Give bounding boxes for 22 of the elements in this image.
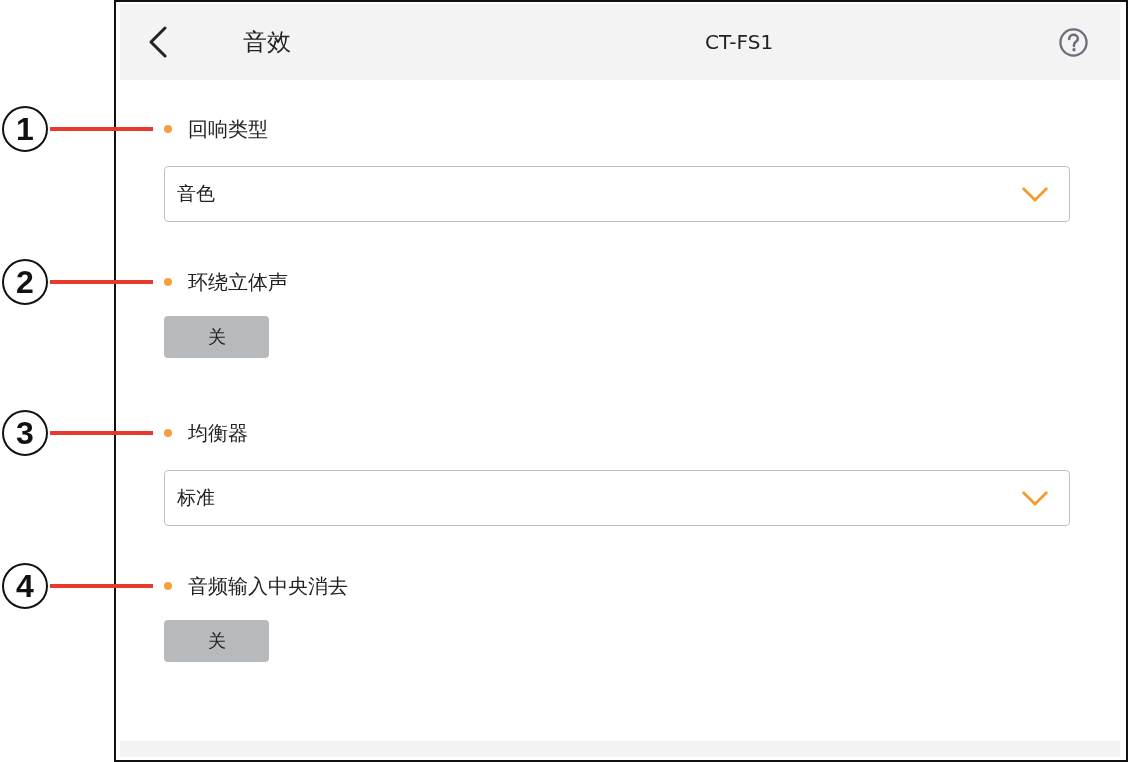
page-title: 音效 — [243, 27, 291, 57]
device-name: CT-FS1 — [705, 29, 774, 55]
setting-label: 环绕立体声 — [188, 269, 288, 296]
callout-number: 2 — [2, 259, 48, 305]
callout-number: 4 — [2, 563, 48, 609]
setting-label: 均衡器 — [188, 420, 248, 447]
bullet-dot-icon — [164, 429, 172, 437]
bullet-dot-icon — [164, 125, 172, 133]
chevron-down-icon — [1021, 489, 1049, 507]
chevron-left-icon[interactable] — [148, 26, 168, 58]
dropdown-field[interactable]: 标准 — [164, 470, 1070, 526]
callout-number: 3 — [2, 410, 48, 456]
callout-number: 1 — [2, 106, 48, 152]
dropdown-field[interactable]: 音色 — [164, 166, 1070, 222]
bullet-dot-icon — [164, 582, 172, 590]
toggle-button[interactable]: 关 — [164, 620, 269, 662]
toggle-button[interactable]: 关 — [164, 316, 269, 358]
help-icon[interactable] — [1059, 27, 1088, 57]
chevron-down-icon — [1021, 185, 1049, 203]
setting-label: 音频输入中央消去 — [188, 573, 348, 600]
setting-label: 回响类型 — [188, 116, 268, 143]
bullet-dot-icon — [164, 278, 172, 286]
